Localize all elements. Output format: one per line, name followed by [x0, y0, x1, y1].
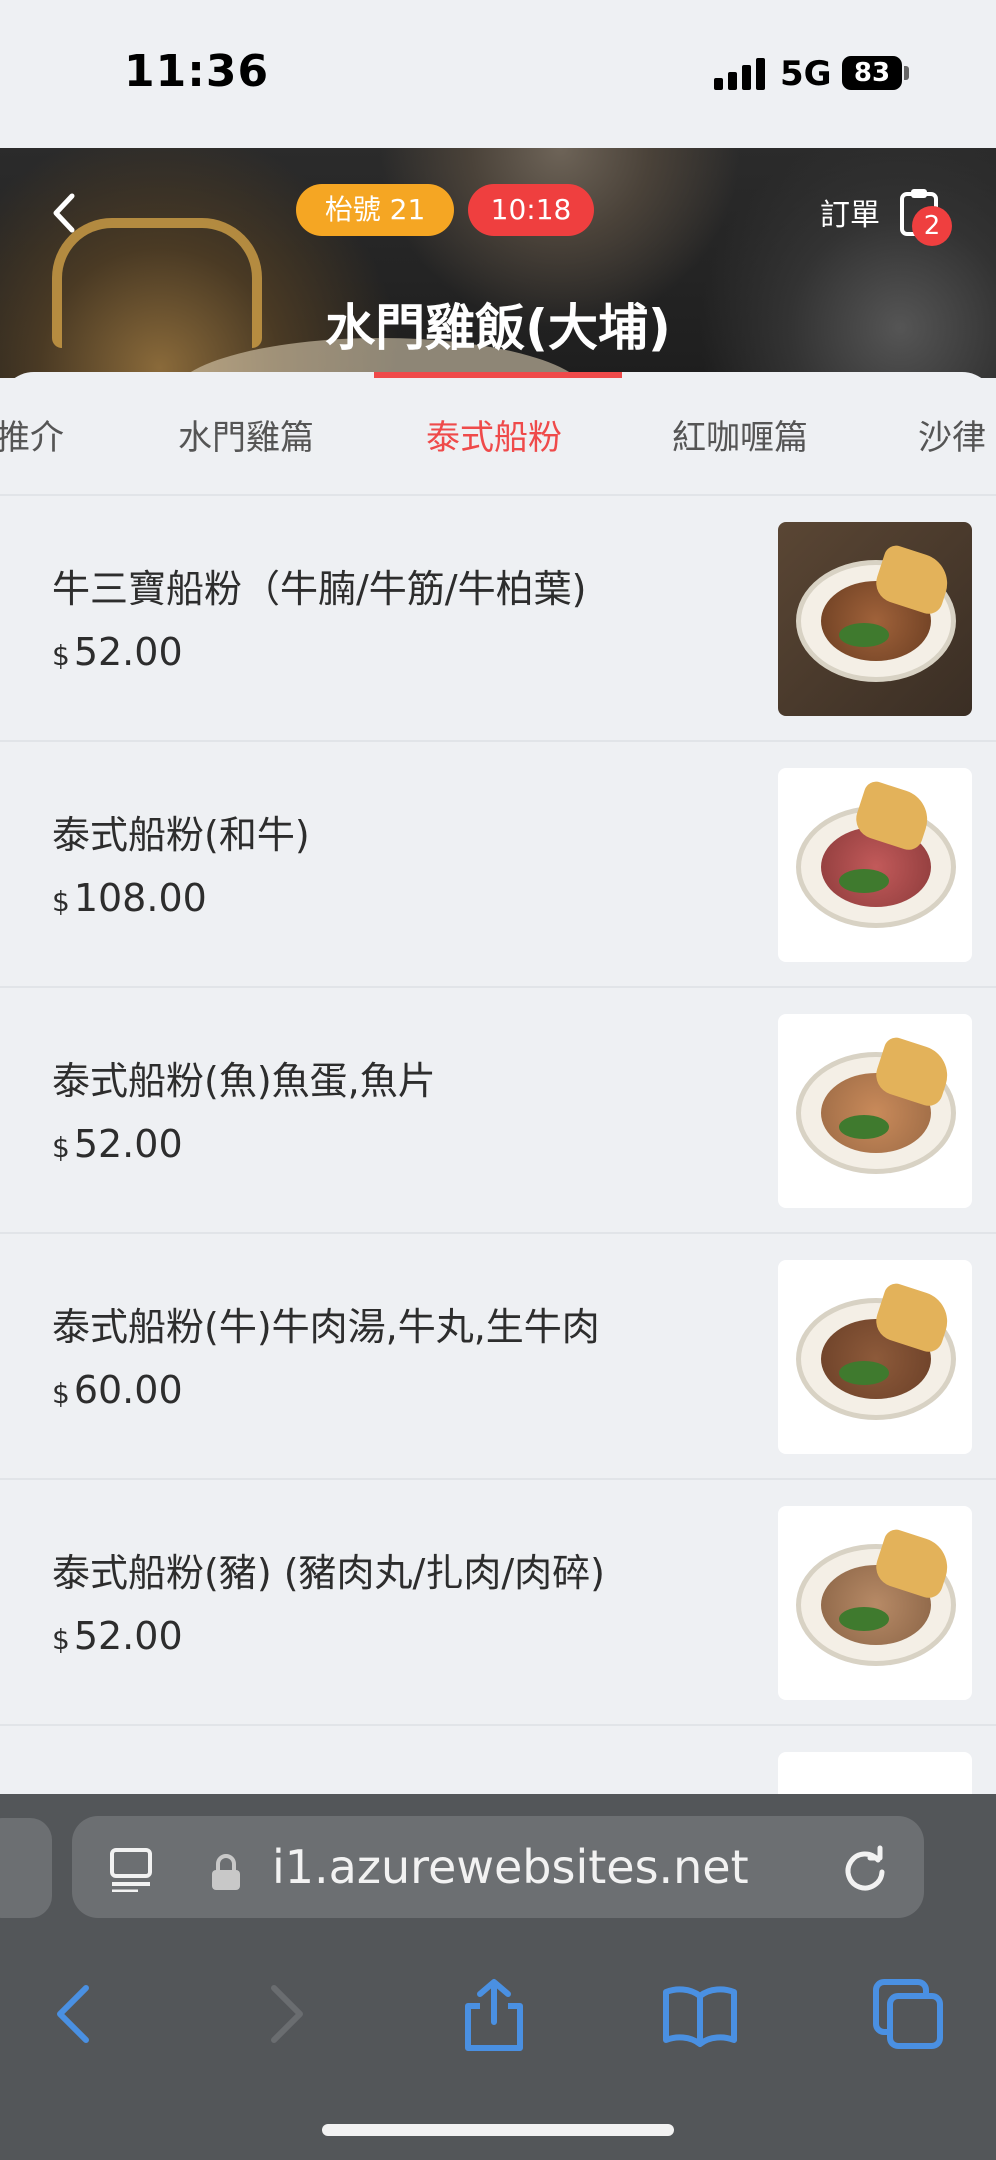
menu-item-image[interactable] [778, 1014, 972, 1208]
browser-back-button[interactable] [34, 1974, 114, 2054]
order-button-label[interactable]: 訂單 [820, 190, 880, 234]
battery-tip [904, 66, 909, 80]
share-button[interactable] [454, 1974, 534, 2054]
chevron-left-icon [57, 1985, 89, 2043]
menu-item-image[interactable] [778, 1506, 972, 1700]
book-icon [663, 1986, 737, 2047]
tab-red-curry[interactable]: 紅咖喱篇 [672, 410, 808, 459]
store-header: 枱號 21 10:18 訂單 2 水門雞飯(大埔) [0, 148, 996, 378]
back-button[interactable] [44, 188, 84, 238]
currency-symbol: $ [52, 885, 70, 918]
browser-toolbar: i1.azurewebsites.net [0, 1794, 996, 2160]
price-amount: 52.00 [73, 1614, 183, 1658]
network-type: 5G [780, 54, 832, 94]
tab-chicken[interactable]: 水門雞篇 [178, 410, 314, 459]
currency-symbol: $ [52, 639, 70, 672]
chevron-left-icon [53, 193, 75, 233]
table-number-badge: 枱號 21 [296, 184, 454, 236]
currency-symbol: $ [52, 1131, 70, 1164]
menu-item-price: $108.00 [52, 876, 207, 920]
battery-icon: 83 [842, 56, 902, 90]
menu-item-name: 泰式船粉(豬) (豬肉丸/扎肉/肉碎) [52, 1551, 605, 1595]
browser-forward-button[interactable] [246, 1974, 326, 2054]
tab-thai-boat-noodles[interactable]: 泰式船粉 [426, 410, 562, 459]
menu-item[interactable]: 泰式船粉(和牛) $108.00 [0, 742, 996, 988]
tabs-button[interactable] [868, 1974, 948, 2054]
lock-icon [210, 1852, 242, 1892]
menu-item[interactable]: 泰式船粉(豬) (豬肉丸/扎肉/肉碎) $52.00 [0, 1480, 996, 1726]
menu-item-name: 泰式船粉(魚)魚蛋,魚片 [52, 1059, 436, 1103]
url-text: i1.azurewebsites.net [272, 1840, 749, 1894]
price-amount: 108.00 [73, 876, 207, 920]
tabs-icon [873, 1979, 943, 2049]
menu-item-image[interactable] [778, 522, 972, 716]
previous-tab-preview[interactable] [0, 1818, 52, 1918]
status-bar: 11:36 5G 83 [0, 0, 996, 148]
price-amount: 52.00 [73, 1122, 183, 1166]
menu-item-price: $52.00 [52, 630, 183, 674]
price-amount: 52.00 [73, 630, 183, 674]
tab-salad[interactable]: 沙律 [918, 410, 986, 459]
order-count-badge: 2 [912, 206, 952, 246]
bookmarks-button[interactable] [660, 1974, 740, 2054]
active-tab-indicator [374, 372, 622, 378]
currency-symbol: $ [52, 1623, 70, 1656]
menu-item-name: 泰式船粉(和牛) [52, 813, 310, 857]
menu-item[interactable]: 泰式船粉(魚)魚蛋,魚片 $52.00 [0, 988, 996, 1234]
reload-icon[interactable] [840, 1844, 890, 1894]
store-title: 水門雞飯(大埔) [325, 299, 671, 357]
signal-icon [714, 58, 766, 90]
menu-item-price: $52.00 [52, 1614, 183, 1658]
menu-item-price: $52.00 [52, 1122, 183, 1166]
menu-item-price: $60.00 [52, 1368, 183, 1412]
tab-recommended[interactable]: 推介 [0, 410, 64, 459]
menu-item-image[interactable] [778, 768, 972, 962]
reader-icon[interactable] [108, 1846, 154, 1893]
menu-item-name: 泰式船粉(牛)牛肉湯,牛丸,生牛肉 [52, 1305, 600, 1349]
time-badge: 10:18 [468, 184, 594, 236]
menu-item[interactable]: 泰式船粉(牛)牛肉湯,牛丸,生牛肉 $60.00 [0, 1234, 996, 1480]
status-time: 11:36 [124, 46, 270, 97]
currency-symbol: $ [52, 1377, 70, 1410]
category-tabs: 推介 水門雞篇 泰式船粉 紅咖喱篇 沙律 [0, 372, 996, 496]
menu-item-name: 牛三寶船粉（牛腩/牛筋/牛柏葉) [52, 567, 587, 611]
price-amount: 60.00 [73, 1368, 183, 1412]
home-indicator [322, 2124, 674, 2136]
menu-list: 牛三寶船粉（牛腩/牛筋/牛柏葉) $52.00 泰式船粉(和牛) $108.00… [0, 496, 996, 1972]
chevron-right-icon [271, 1985, 303, 2043]
share-icon [465, 1979, 523, 2051]
menu-item-image[interactable] [778, 1260, 972, 1454]
address-bar[interactable]: i1.azurewebsites.net [72, 1816, 924, 1918]
menu-item[interactable]: 牛三寶船粉（牛腩/牛筋/牛柏葉) $52.00 [0, 496, 996, 742]
